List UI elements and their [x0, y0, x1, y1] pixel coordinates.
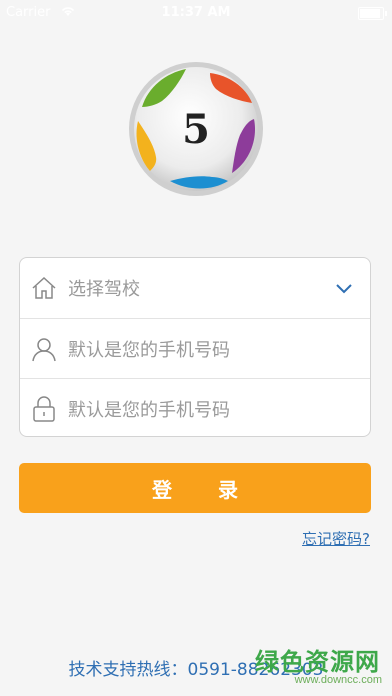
watermark-url: www.downcc.com — [294, 674, 382, 686]
app-logo: 5 — [128, 61, 264, 197]
status-bar: Carrier 11:37 AM — [0, 0, 392, 26]
phone-field[interactable]: 默认是您的手机号码 — [20, 318, 370, 379]
phone-field-placeholder: 默认是您的手机号码 — [68, 340, 230, 361]
home-icon — [30, 274, 58, 302]
login-button[interactable]: 登录 — [19, 463, 371, 513]
watermark: 绿色资源网 www.downcc.com — [248, 640, 388, 692]
logo-number: 5 — [182, 106, 210, 153]
school-select[interactable]: 选择驾校 — [20, 258, 370, 318]
lock-icon — [30, 395, 58, 423]
battery-icon — [358, 7, 387, 20]
forgot-password-link[interactable]: 忘记密码? — [302, 528, 370, 549]
watermark-title: 绿色资源网 — [255, 648, 380, 676]
school-select-label: 选择驾校 — [68, 279, 140, 300]
user-icon — [30, 335, 58, 363]
chevron-down-icon[interactable] — [332, 276, 356, 300]
login-form: 选择驾校 默认是您的手机号码 默认是您的手机号码 — [19, 257, 371, 437]
clock: 11:37 AM — [161, 5, 231, 20]
password-field[interactable]: 默认是您的手机号码 — [20, 378, 370, 439]
password-field-placeholder: 默认是您的手机号码 — [68, 400, 230, 421]
